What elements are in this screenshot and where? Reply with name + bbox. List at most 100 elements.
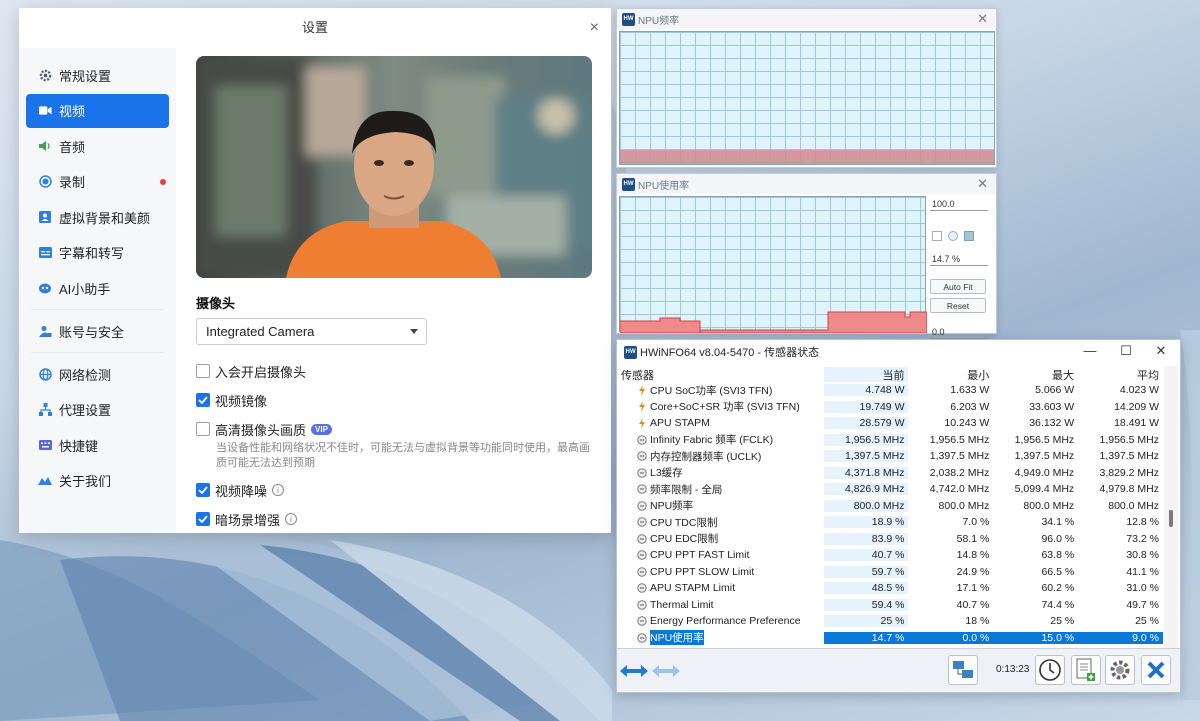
sidebar-item-label: 快捷键 [59, 438, 99, 454]
close-icon[interactable]: ✕ [1153, 343, 1169, 359]
sensor-row[interactable]: Thermal Limit 59.4 % 40.7 % 74.4 % 49.7 % [617, 597, 1163, 614]
clock-sensor-icon [637, 633, 647, 643]
sidebar-item-label: 虚拟背景和美颜 [59, 210, 151, 226]
sensor-avg-value: 73.2 % [1126, 532, 1160, 545]
settings-gear-icon[interactable] [1105, 655, 1135, 685]
sensor-name-cell: NPU使用率 [617, 630, 824, 646]
reset-button[interactable]: Reset [930, 298, 986, 313]
sensor-row[interactable]: Infinity Fabric 频率 (FCLK) 1,956.5 MHz 1,95… [617, 432, 1163, 449]
close-icon[interactable]: ✕ [977, 11, 988, 27]
sensor-row[interactable]: CPU EDC限制 83.9 % 58.1 % 96.0 % 73.2 % [617, 531, 1163, 548]
maximize-icon[interactable]: ☐ [1118, 343, 1134, 359]
info-icon[interactable]: i [285, 513, 298, 525]
layout-arrows-icon[interactable] [651, 656, 681, 686]
scrollbar-thumb[interactable] [1169, 510, 1173, 527]
sensor-row[interactable]: CPU TDC限制 18.9 % 7.0 % 34.1 % 12.8 % [617, 514, 1163, 531]
info-icon[interactable]: i [272, 484, 285, 496]
sensor-row[interactable]: NPU频率 800.0 MHz 800.0 MHz 800.0 MHz 800.0 MH… [617, 498, 1163, 515]
sensor-row[interactable]: APU STAPM Limit 48.5 % 17.1 % 60.2 % 31.0 % [617, 580, 1163, 597]
minimize-icon[interactable]: — [1082, 343, 1098, 358]
sensor-max-value: 4,949.0 MHz [1014, 466, 1075, 479]
color-swatch[interactable] [948, 231, 958, 241]
npu-frequency-titlebar: HW NPU频率 ✕ [617, 9, 996, 29]
network-icon[interactable] [948, 655, 978, 685]
camera-select[interactable]: Integrated Camera [196, 318, 427, 345]
sidebar-item-label: 录制 [59, 175, 86, 190]
checkbox-checked[interactable] [196, 483, 210, 497]
npu-frequency-graph [619, 31, 995, 165]
sensor-current-value: 59.7 % [823, 565, 909, 578]
sidebar-item-account-security[interactable]: 账号与安全 [26, 314, 169, 348]
vertical-scrollbar[interactable] [1164, 366, 1178, 649]
sidebar-item-about[interactable]: 关于我们 [26, 464, 169, 498]
checkbox-checked[interactable] [196, 512, 210, 526]
checkbox-checked[interactable] [196, 393, 210, 407]
option-mirror-video[interactable]: 视频镜像 [196, 391, 611, 409]
clock-icon[interactable] [1035, 655, 1065, 685]
sidebar-item-general[interactable]: 常规设置 [26, 58, 169, 92]
column-header-current[interactable]: 当前 [823, 367, 909, 382]
auto-fit-button[interactable]: Auto Fit [930, 279, 986, 294]
sensor-name: APU STAPM [650, 417, 710, 430]
sensor-name: NPU使用率 [650, 630, 704, 646]
sensor-min-value: 800.0 MHz [938, 499, 990, 512]
sensor-name-cell: 频率限制 - 全局 [617, 482, 824, 497]
sensor-name: CPU EDC限制 [650, 533, 719, 546]
column-header-max[interactable]: 最大 [993, 367, 1078, 382]
sensor-name: Thermal Limit [650, 598, 714, 611]
sensor-max-value: 5,099.4 MHz [1014, 483, 1075, 496]
sidebar-item-proxy[interactable]: 代理设置 [26, 393, 169, 427]
keyboard-icon [38, 438, 52, 452]
column-header-avg[interactable]: 平均 [1078, 367, 1163, 382]
sensor-min-value: 40.7 % [956, 598, 990, 611]
sidebar-item-captions[interactable]: 字幕和转写 [26, 236, 169, 270]
option-low-light-enhance[interactable]: 暗场景增强 i [196, 510, 611, 528]
sidebar-item-video[interactable]: 视频 [26, 93, 169, 128]
checkbox[interactable] [196, 364, 210, 378]
option-label: 暗场景增强 [215, 512, 281, 528]
close-icon[interactable]: × [590, 8, 599, 48]
column-header-sensor[interactable]: 传感器 [617, 367, 824, 382]
power-bolt-icon [637, 417, 647, 429]
sidebar-divider [31, 352, 164, 353]
sidebar-item-ai-assistant[interactable]: AI小助手 [26, 271, 169, 305]
option-camera-on-join[interactable]: 入会开启摄像头 [196, 362, 611, 380]
color-swatch[interactable] [932, 231, 942, 241]
power-bolt-icon [637, 401, 647, 413]
sensor-name: NPU频率 [650, 500, 694, 513]
close-icon[interactable]: ✕ [977, 176, 988, 192]
sensor-row[interactable]: APU STAPM 28.579 W 10.243 W 36.132 W 18.491 … [617, 415, 1163, 432]
expand-collapse-arrows-icon[interactable] [619, 656, 649, 686]
sensor-name: L3缓存 [650, 467, 683, 480]
checkbox[interactable] [196, 422, 210, 436]
option-video-denoise[interactable]: 视频降噪 i [196, 481, 611, 499]
sensor-max-value: 66.5 % [1041, 565, 1075, 578]
color-swatch[interactable] [964, 231, 974, 241]
sidebar-item-virtual-background[interactable]: 虚拟背景和美颜 [26, 200, 169, 234]
sensor-max-value: 5.066 W [1035, 384, 1075, 397]
sensor-row[interactable]: 内存控制器频率 (UCLK) 1,397.5 MHz 1,397.5 MHz 1,39… [617, 448, 1163, 465]
sensor-row[interactable]: CPU PPT SLOW Limit 59.7 % 24.9 % 66.5 % 41.1… [617, 564, 1163, 581]
sensor-row[interactable]: NPU使用率 14.7 % 0.0 % 15.0 % 9.0 % [617, 630, 1164, 647]
sidebar-item-shortcuts[interactable]: 快捷键 [26, 428, 169, 462]
camera-preview [196, 56, 592, 278]
sensor-row[interactable]: Core+SoC+SR 功率 (SVI3 TFN) 19.749 W 6.203 W… [617, 399, 1163, 416]
sidebar-item-network-check[interactable]: 网络检测 [26, 357, 169, 391]
power-bolt-icon [637, 384, 647, 396]
sensor-row[interactable]: Energy Performance Preference 25 % 18 % 25 … [617, 613, 1163, 630]
column-header-min[interactable]: 最小 [908, 367, 993, 382]
sensor-avg-value: 1,397.5 MHz [1099, 450, 1160, 463]
report-add-icon[interactable] [1071, 655, 1101, 685]
sidebar-item-record[interactable]: 录制 [26, 165, 169, 199]
sensor-row[interactable]: CPU SoC功率 (SVI3 TFN) 4.748 W 1.633 W 5.066 … [617, 382, 1163, 399]
npu-frequency-window: HW NPU频率 ✕ [616, 8, 997, 168]
sidebar-item-audio[interactable]: 音频 [26, 129, 169, 163]
sensor-row[interactable]: CPU PPT FAST Limit 40.7 % 14.8 % 63.8 % 30.8… [617, 547, 1163, 564]
sensor-row[interactable]: L3缓存 4,371.8 MHz 2,038.2 MHz 4,949.0 MHz 3,8… [617, 465, 1163, 482]
sensor-row[interactable]: 频率限制 - 全局 4,826.9 MHz 4,742.0 MHz 5,099.4 M… [617, 481, 1163, 498]
close-sensors-icon[interactable] [1141, 655, 1171, 685]
option-hd-camera[interactable]: 高清摄像头画质 VIP [196, 420, 611, 438]
sensor-current-value: 18.9 % [823, 516, 909, 529]
npu-usage-title: NPU使用率 [638, 180, 690, 192]
sensor-max-value: 60.2 % [1041, 582, 1075, 595]
